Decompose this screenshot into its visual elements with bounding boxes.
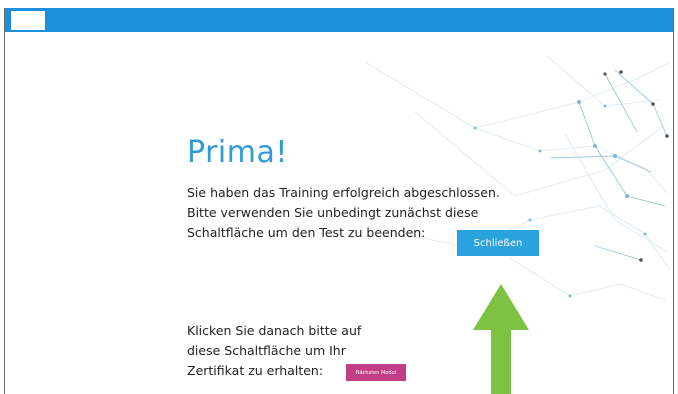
top-bar [5,8,673,32]
app-logo-icon [11,11,45,30]
content-frame: Prima! Sie haben das Training erfolgreic… [4,8,674,394]
logo-background [11,11,45,30]
training-complete-screen: Prima! Sie haben das Training erfolgreic… [0,0,678,394]
close-button[interactable]: Schließen [457,230,539,256]
certificate-message: Klicken Sie danach bitte auf diese Schal… [187,323,362,378]
next-module-button[interactable]: Nächsten Modul [346,364,406,381]
green-up-arrow-icon [473,284,529,394]
page-title: Prima! [187,135,288,170]
